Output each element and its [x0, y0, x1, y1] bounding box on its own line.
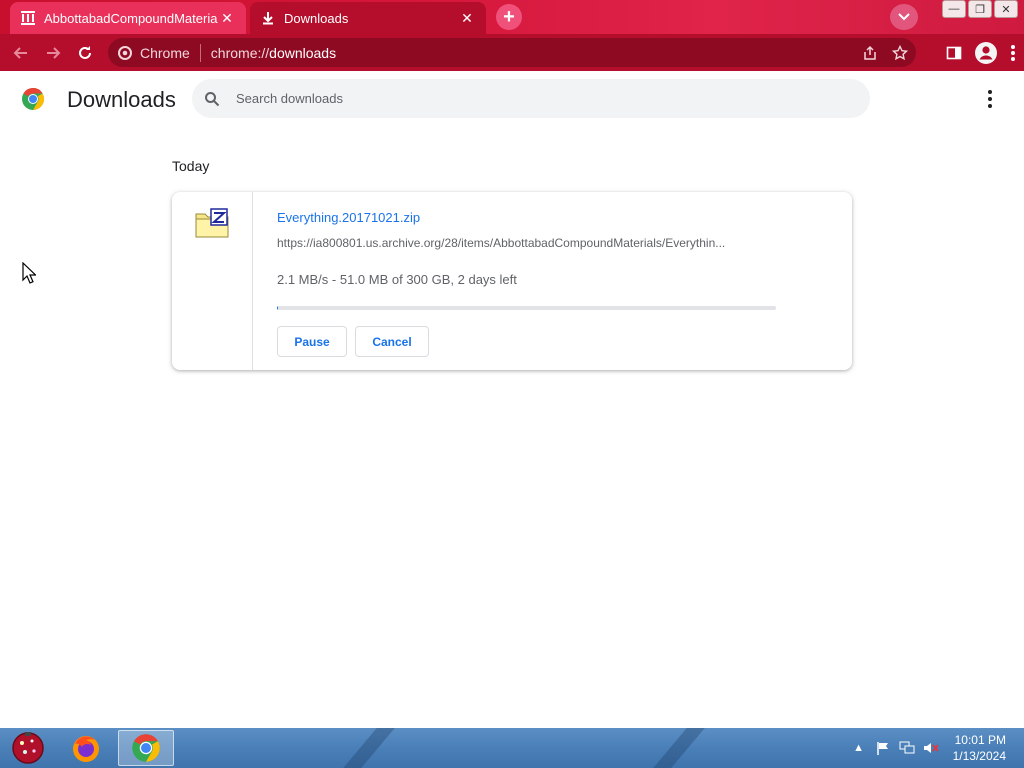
- action-center-flag-icon[interactable]: [874, 739, 892, 757]
- back-button[interactable]: [6, 38, 36, 68]
- close-tab-icon[interactable]: ✕: [458, 9, 476, 27]
- site-info-chip[interactable]: Chrome: [108, 43, 201, 62]
- side-panel-icon[interactable]: [946, 45, 962, 61]
- search-downloads-box[interactable]: [192, 79, 870, 118]
- new-tab-button[interactable]: +: [496, 4, 522, 30]
- close-tab-icon[interactable]: ✕: [218, 9, 236, 27]
- chrome-icon: [132, 734, 160, 762]
- system-tray: ▲ 10:01 PM 1/13/2024: [847, 728, 1024, 768]
- date-section-label: Today: [172, 158, 210, 174]
- volume-muted-icon[interactable]: [922, 739, 940, 757]
- download-source-url[interactable]: https://ia800801.us.archive.org/28/items…: [277, 236, 777, 250]
- download-filename-link[interactable]: Everything.20171021.zip: [277, 210, 420, 225]
- toolbar-right: [946, 34, 1016, 71]
- url-text: chrome://downloads: [210, 44, 337, 61]
- chevron-down-icon: [898, 13, 910, 21]
- browser-menu-icon[interactable]: [1010, 44, 1016, 62]
- mouse-cursor-icon: [22, 261, 37, 289]
- download-item: Everything.20171021.zip https://ia800801…: [172, 192, 852, 370]
- address-bar[interactable]: Chrome chrome://downloads: [108, 38, 916, 67]
- file-icon-column: [172, 192, 253, 370]
- close-window-button[interactable]: ✕: [994, 0, 1018, 18]
- back-arrow-icon: [13, 46, 27, 59]
- omnibox-actions: [862, 38, 908, 67]
- tab-search-button[interactable]: [890, 4, 918, 30]
- download-status: 2.1 MB/s - 51.0 MB of 300 GB, 2 days lef…: [277, 272, 517, 287]
- reload-icon: [79, 45, 91, 59]
- browser-toolbar: Chrome chrome://downloads: [0, 34, 1024, 71]
- more-actions-icon[interactable]: [980, 89, 1000, 109]
- site-label: Chrome: [140, 44, 190, 61]
- taskbar-decoration: [343, 728, 395, 768]
- chrome-icon: [118, 45, 132, 60]
- forward-button[interactable]: [38, 38, 68, 68]
- search-icon: [205, 91, 220, 106]
- clock-time: 10:01 PM: [954, 733, 1006, 747]
- tab-abbottabad[interactable]: AbbottabadCompoundMaterials ✕: [10, 2, 246, 34]
- taskbar-decoration: [653, 728, 705, 768]
- zip-file-icon: [195, 208, 229, 243]
- minimize-button[interactable]: —: [942, 0, 966, 18]
- start-button[interactable]: [0, 730, 56, 766]
- network-icon[interactable]: [898, 739, 916, 757]
- reload-button[interactable]: [70, 38, 100, 68]
- tab-strip: AbbottabadCompoundMaterials ✕ Downloads …: [0, 0, 1024, 34]
- download-progress-bar: [277, 306, 776, 310]
- forward-arrow-icon: [47, 46, 61, 59]
- pause-button[interactable]: Pause: [277, 326, 347, 357]
- taskbar-chrome[interactable]: [118, 730, 174, 766]
- window-controls: — ❐ ✕: [942, 0, 1018, 20]
- share-icon[interactable]: [862, 45, 878, 61]
- profile-avatar-icon[interactable]: [974, 41, 998, 65]
- search-input[interactable]: [234, 90, 834, 107]
- chrome-logo-icon: [21, 87, 45, 116]
- tab-title: Downloads: [284, 10, 349, 26]
- archive-icon: [20, 10, 36, 26]
- downloads-header: Downloads: [0, 71, 1024, 127]
- cancel-button[interactable]: Cancel: [355, 326, 429, 357]
- bookmark-star-icon[interactable]: [892, 44, 908, 61]
- restore-button[interactable]: ❐: [968, 0, 992, 18]
- firefox-icon: [73, 736, 99, 762]
- tab-title: AbbottabadCompoundMaterials: [44, 10, 218, 26]
- show-hidden-icons-icon[interactable]: ▲: [850, 739, 868, 757]
- start-orb-icon: [12, 732, 44, 764]
- tab-downloads[interactable]: Downloads ✕: [250, 2, 486, 34]
- clock-date: 1/13/2024: [952, 749, 1006, 763]
- download-icon: [260, 10, 276, 26]
- windows-taskbar: ▲ 10:01 PM 1/13/2024: [0, 728, 1024, 768]
- taskbar-firefox[interactable]: [58, 730, 114, 766]
- page-title: Downloads: [67, 87, 176, 112]
- system-clock[interactable]: 10:01 PM 1/13/2024: [953, 732, 1006, 764]
